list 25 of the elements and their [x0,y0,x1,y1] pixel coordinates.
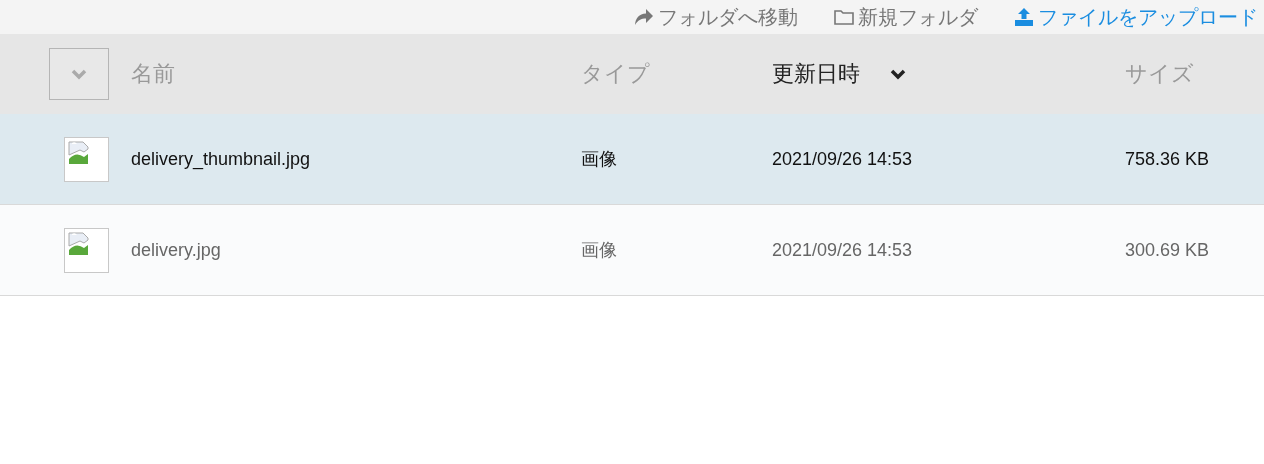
column-header[interactable]: サイズ [1125,59,1194,89]
broken-image-icon [68,140,92,165]
file-size: 300.69 KB [1125,239,1211,261]
column-header[interactable]: 名前 [131,59,175,89]
chevron-down-icon [71,68,87,80]
folder-icon [834,9,854,25]
upload-icon [1014,8,1034,26]
file-type: 画像 [581,239,618,262]
modified-date: 2021/09/26 14:53 [772,239,914,261]
file-row[interactable]: delivery_thumbnail.jpg 画像 2021/09/26 14:53 758.36 KB [0,114,1264,205]
select-all-dropdown[interactable] [49,48,109,100]
file-name: delivery_thumbnail.jpg [131,148,312,170]
file-row[interactable]: delivery.jpg 画像 2021/09/26 14:53 300.69 KB [0,205,1264,296]
file-size: 758.36 KB [1125,148,1211,170]
column-header[interactable]: 更新日時 [772,59,860,89]
toolbar-button[interactable]: 新規フォルダ [834,3,978,31]
modified-date: 2021/09/26 14:53 [772,148,914,170]
broken-image-icon [68,231,92,256]
toolbar-button[interactable]: ファイルをアップロード [1014,3,1258,31]
file-type: 画像 [581,148,618,171]
toolbar-button[interactable]: フォルダへ移動 [634,3,798,31]
share-arrow-icon [634,8,654,26]
column-header[interactable]: タイプ [581,59,650,89]
file-name: delivery.jpg [131,239,222,261]
sort-chevron-icon [890,68,906,80]
